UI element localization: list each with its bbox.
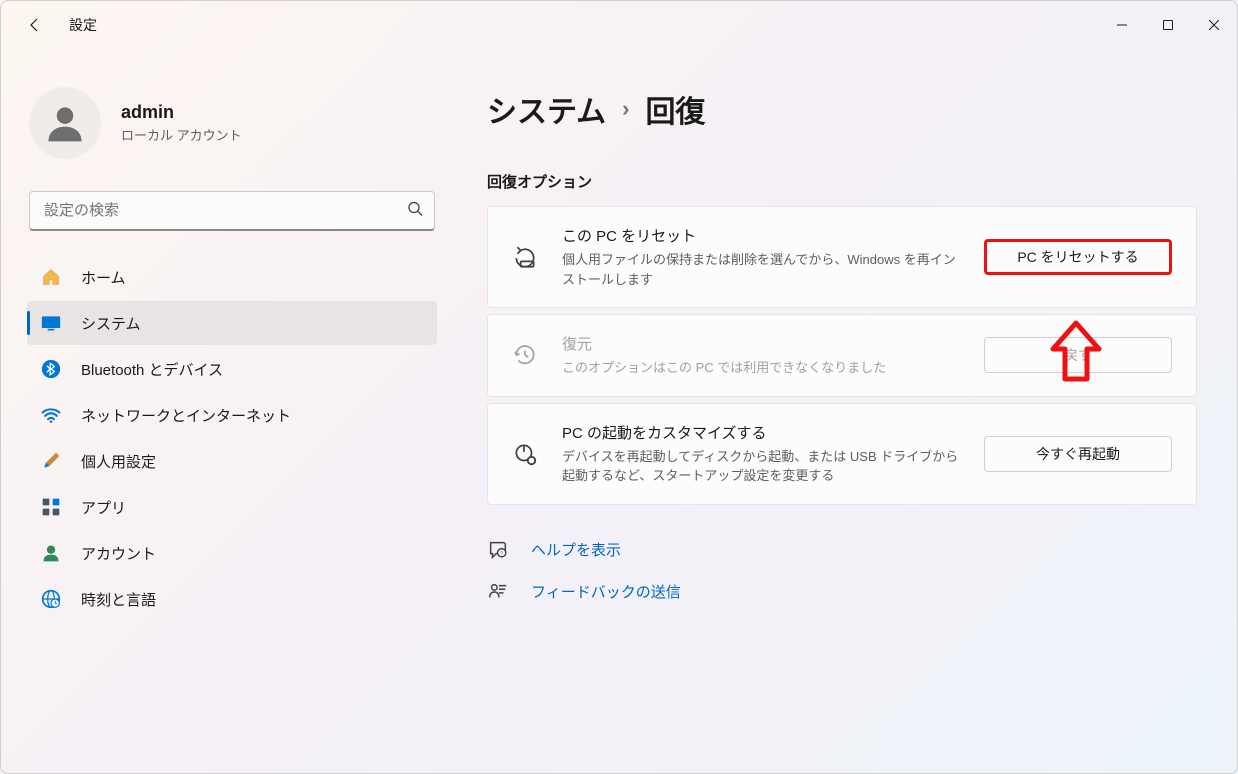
restart-now-button[interactable]: 今すぐ再起動 xyxy=(984,436,1172,472)
profile-subtitle: ローカル アカウント xyxy=(121,125,242,144)
card-desc: 個人用ファイルの保持または削除を選んでから、Windows を再インストールしま… xyxy=(562,250,960,289)
minimize-button[interactable] xyxy=(1099,9,1145,41)
nav-label: システム xyxy=(81,313,141,334)
maximize-button[interactable] xyxy=(1145,9,1191,41)
globe-icon xyxy=(41,589,61,609)
nav-home[interactable]: ホーム xyxy=(27,255,437,299)
apps-icon xyxy=(41,497,61,517)
titlebar: 設定 xyxy=(1,1,1237,49)
card-title: 復元 xyxy=(562,333,960,354)
power-gear-icon xyxy=(512,441,538,467)
section-title: 回復オプション xyxy=(487,171,1197,192)
feedback-link[interactable]: フィードバックの送信 xyxy=(531,581,681,602)
avatar xyxy=(29,87,101,159)
brush-icon xyxy=(41,451,61,471)
nav-time[interactable]: 時刻と言語 xyxy=(27,577,437,621)
nav-system[interactable]: システム xyxy=(27,301,437,345)
profile-block[interactable]: admin ローカル アカウント xyxy=(21,49,443,191)
svg-text:?: ? xyxy=(500,551,503,557)
account-icon xyxy=(41,543,61,563)
card-reset-pc: この PC をリセット 個人用ファイルの保持または削除を選んでから、Window… xyxy=(487,206,1197,308)
nav-label: ホーム xyxy=(81,267,126,288)
back-button[interactable] xyxy=(25,15,45,35)
bluetooth-icon xyxy=(41,359,61,379)
feedback-icon xyxy=(487,581,509,603)
reset-icon xyxy=(512,244,538,270)
nav-bluetooth[interactable]: Bluetooth とデバイス xyxy=(27,347,437,391)
breadcrumb-parent[interactable]: システム xyxy=(487,87,606,131)
breadcrumb-current: 回復 xyxy=(645,87,705,131)
sidebar: admin ローカル アカウント ホーム システム Bluetooth とデバイ… xyxy=(1,49,451,773)
annotation-arrow-icon xyxy=(1047,319,1105,390)
help-links: ? ヘルプを表示 フィードバックの送信 xyxy=(487,539,1197,603)
nav-apps[interactable]: アプリ xyxy=(27,485,437,529)
chevron-right-icon: › xyxy=(622,96,629,122)
reset-pc-button[interactable]: PC をリセットする xyxy=(984,239,1172,275)
nav-label: アプリ xyxy=(81,497,126,518)
wifi-icon xyxy=(41,405,61,425)
nav-label: ネットワークとインターネット xyxy=(81,405,291,426)
nav-label: Bluetooth とデバイス xyxy=(81,359,223,380)
nav-label: 時刻と言語 xyxy=(81,589,156,610)
search-input[interactable] xyxy=(29,191,435,231)
profile-name: admin xyxy=(121,102,242,123)
home-icon xyxy=(41,267,61,287)
nav-accounts[interactable]: アカウント xyxy=(27,531,437,575)
card-startup: PC の起動をカスタマイズする デバイスを再起動してディスクから起動、または U… xyxy=(487,403,1197,505)
card-title: PC の起動をカスタマイズする xyxy=(562,422,960,443)
help-link[interactable]: ヘルプを表示 xyxy=(531,539,621,560)
search-wrap xyxy=(29,191,435,231)
nav-label: アカウント xyxy=(81,543,156,564)
nav-network[interactable]: ネットワークとインターネット xyxy=(27,393,437,437)
card-desc: デバイスを再起動してディスクから起動、または USB ドライブから起動するなど、… xyxy=(562,447,960,486)
nav-list: ホーム システム Bluetooth とデバイス ネットワークとインターネット … xyxy=(21,255,443,621)
system-icon xyxy=(41,313,61,333)
main-content: システム › 回復 回復オプション この PC をリセット 個人用ファイルの保持… xyxy=(451,49,1237,773)
help-icon: ? xyxy=(487,539,509,561)
app-title: 設定 xyxy=(69,15,97,35)
nav-personalization[interactable]: 個人用設定 xyxy=(27,439,437,483)
card-title: この PC をリセット xyxy=(562,225,960,246)
search-icon xyxy=(407,201,423,222)
breadcrumb: システム › 回復 xyxy=(487,87,1197,131)
nav-label: 個人用設定 xyxy=(81,451,156,472)
close-button[interactable] xyxy=(1191,9,1237,41)
card-desc: このオプションはこの PC では利用できなくなりました xyxy=(562,358,960,378)
history-icon xyxy=(512,342,538,368)
